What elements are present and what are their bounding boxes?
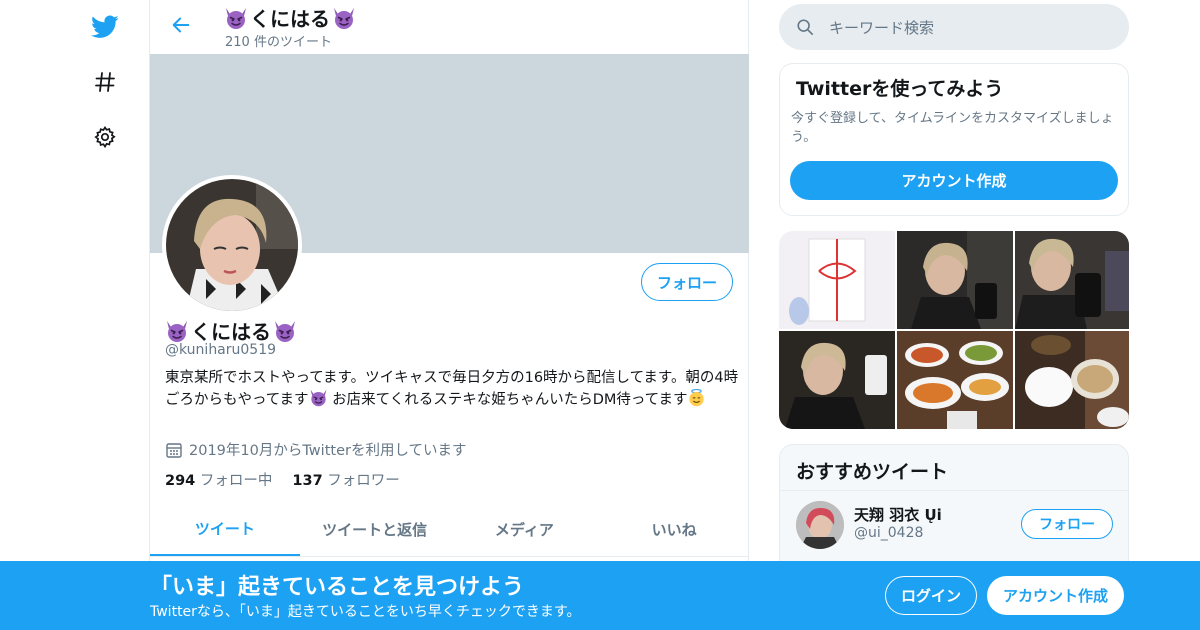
angel-emoji-icon	[687, 388, 706, 407]
signup-bottom-bar: 「いま」起きていることを見つけよう Twitterなら、「いま」起きていることを…	[0, 561, 1200, 630]
gear-icon[interactable]	[90, 122, 120, 152]
profile-tabs: ツイート ツイートと返信 メディア いいね	[150, 503, 749, 557]
recommended-follow-button[interactable]: フォロー	[1021, 509, 1113, 539]
profile-avatar[interactable]	[162, 175, 302, 315]
signup-card-title: Twitterを使ってみよう	[796, 78, 1004, 100]
tab-tweets[interactable]: ツイート	[150, 503, 300, 556]
signup-card: Twitterを使ってみよう 今すぐ登録して、タイムラインをカスタマイズしましょ…	[779, 63, 1129, 216]
calendar-icon	[166, 442, 182, 458]
media-thumbnail[interactable]	[779, 231, 895, 329]
joined-text: 2019年10月からTwitterを利用しています	[189, 443, 467, 459]
devil-emoji-icon	[224, 6, 248, 30]
twitter-profile-page: くにはる 210 件のツイート フォロー くにはる @kuniharu0519 …	[0, 0, 1200, 630]
login-button[interactable]: ログイン	[885, 576, 977, 615]
media-thumbnail[interactable]	[779, 331, 895, 429]
back-arrow-icon[interactable]	[168, 12, 194, 38]
recommended-handle: @ui_0428	[854, 525, 924, 541]
twitter-bird-icon[interactable]	[90, 12, 120, 42]
header-name-text: くにはる	[250, 7, 330, 31]
signup-card-description: 今すぐ登録して、タイムラインをカスタマイズしましょう。	[791, 111, 1114, 145]
tab-media[interactable]: メディア	[450, 503, 600, 556]
media-thumbnail[interactable]	[1015, 231, 1129, 329]
follow-stats: 294 フォロー中 137 フォロワー	[165, 469, 400, 490]
bio-text-part-2: お店来てくれるステキな姫ちゃんいたらDM待ってます	[327, 392, 688, 408]
devil-emoji-icon	[165, 319, 189, 343]
recommended-avatar[interactable]	[796, 501, 844, 549]
profile-name: くにはる	[165, 316, 297, 345]
recommended-name: 天翔 羽衣 Ųi	[854, 506, 942, 524]
followers-stat[interactable]: 137 フォロワー	[292, 469, 399, 490]
bottom-bar-subtitle: Twitterなら、「いま」起きていることをいち早くチェックできます。	[150, 604, 581, 620]
media-thumbnail[interactable]	[1015, 331, 1129, 429]
create-account-button[interactable]: アカウント作成	[790, 161, 1118, 200]
search-icon	[795, 17, 815, 37]
tweet-count: 210 件のツイート	[225, 35, 332, 50]
left-nav	[80, 0, 130, 630]
avatar-photo	[166, 179, 298, 311]
hashtag-icon[interactable]	[90, 67, 120, 97]
search-placeholder: キーワード検索	[829, 18, 935, 37]
devil-emoji-icon	[273, 319, 297, 343]
media-grid	[779, 231, 1129, 429]
bottom-bar-title: 「いま」起きていることを見つけよう	[150, 575, 525, 600]
following-label: フォロー中	[199, 473, 273, 489]
following-stat[interactable]: 294 フォロー中	[165, 469, 272, 490]
devil-emoji-icon	[332, 6, 356, 30]
profile-column: くにはる 210 件のツイート フォロー くにはる @kuniharu0519 …	[149, 0, 749, 630]
tab-likes[interactable]: いいね	[599, 503, 749, 556]
signup-button[interactable]: アカウント作成	[987, 576, 1124, 615]
devil-emoji-icon	[309, 388, 328, 407]
header-profile-name: くにはる	[224, 3, 356, 32]
profile-handle: @kuniharu0519	[165, 342, 277, 358]
profile-header-bar: くにはる 210 件のツイート	[150, 0, 748, 54]
media-thumbnail[interactable]	[897, 331, 1013, 429]
profile-name-text: くにはる	[191, 320, 271, 344]
recommended-title: おすすめツイート	[796, 461, 949, 483]
tab-tweets-and-replies[interactable]: ツイートと返信	[300, 503, 450, 556]
followers-count: 137	[292, 473, 323, 489]
joined-date: 2019年10月からTwitterを利用しています	[165, 439, 467, 460]
followers-label: フォロワー	[327, 473, 400, 489]
search-box[interactable]: キーワード検索	[779, 4, 1129, 50]
media-thumbnail[interactable]	[897, 231, 1013, 329]
divider	[780, 490, 1128, 491]
profile-bio: 東京某所でホストやってます。ツイキャスで毎日夕方の16時から配信してます。朝の4…	[165, 369, 740, 410]
follow-button[interactable]: フォロー	[641, 263, 733, 301]
following-count: 294	[165, 473, 196, 489]
